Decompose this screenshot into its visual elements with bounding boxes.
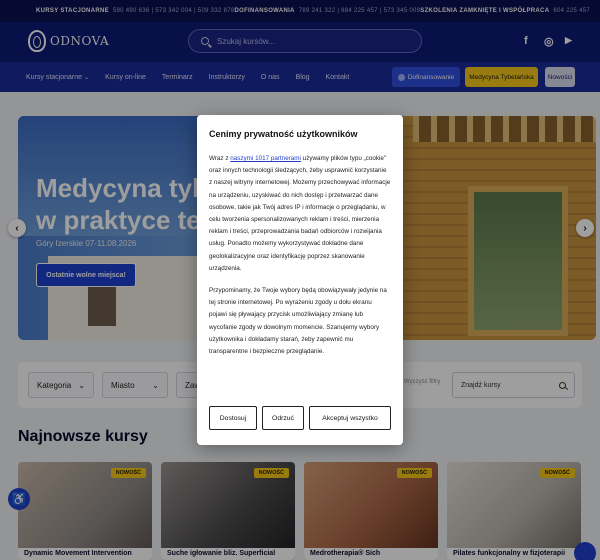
accept-all-button[interactable]: Akceptuj wszystko bbox=[309, 406, 391, 430]
cookie-dialog-title: Cenimy prywatność użytkowników bbox=[209, 129, 358, 139]
customize-button[interactable]: Dostosuj bbox=[209, 406, 257, 430]
cookie-text-part: używamy plików typu „cookie" oraz innych… bbox=[209, 155, 391, 272]
cookie-dialog-text: Wraz z naszymi 1017 partnerami używamy p… bbox=[209, 153, 391, 275]
cookie-dialog-note: Przypominamy, że Twoje wybory będą obowi… bbox=[209, 287, 387, 356]
partners-link[interactable]: naszymi 1017 partnerami bbox=[230, 155, 301, 162]
reject-button[interactable]: Odrzuć bbox=[262, 406, 304, 430]
cookie-text-part: Wraz z bbox=[209, 155, 231, 162]
cookie-consent-dialog: Cenimy prywatność użytkowników Wraz z na… bbox=[197, 115, 403, 445]
cookie-dialog-actions: Dostosuj Odrzuć Akceptuj wszystko bbox=[209, 406, 391, 430]
